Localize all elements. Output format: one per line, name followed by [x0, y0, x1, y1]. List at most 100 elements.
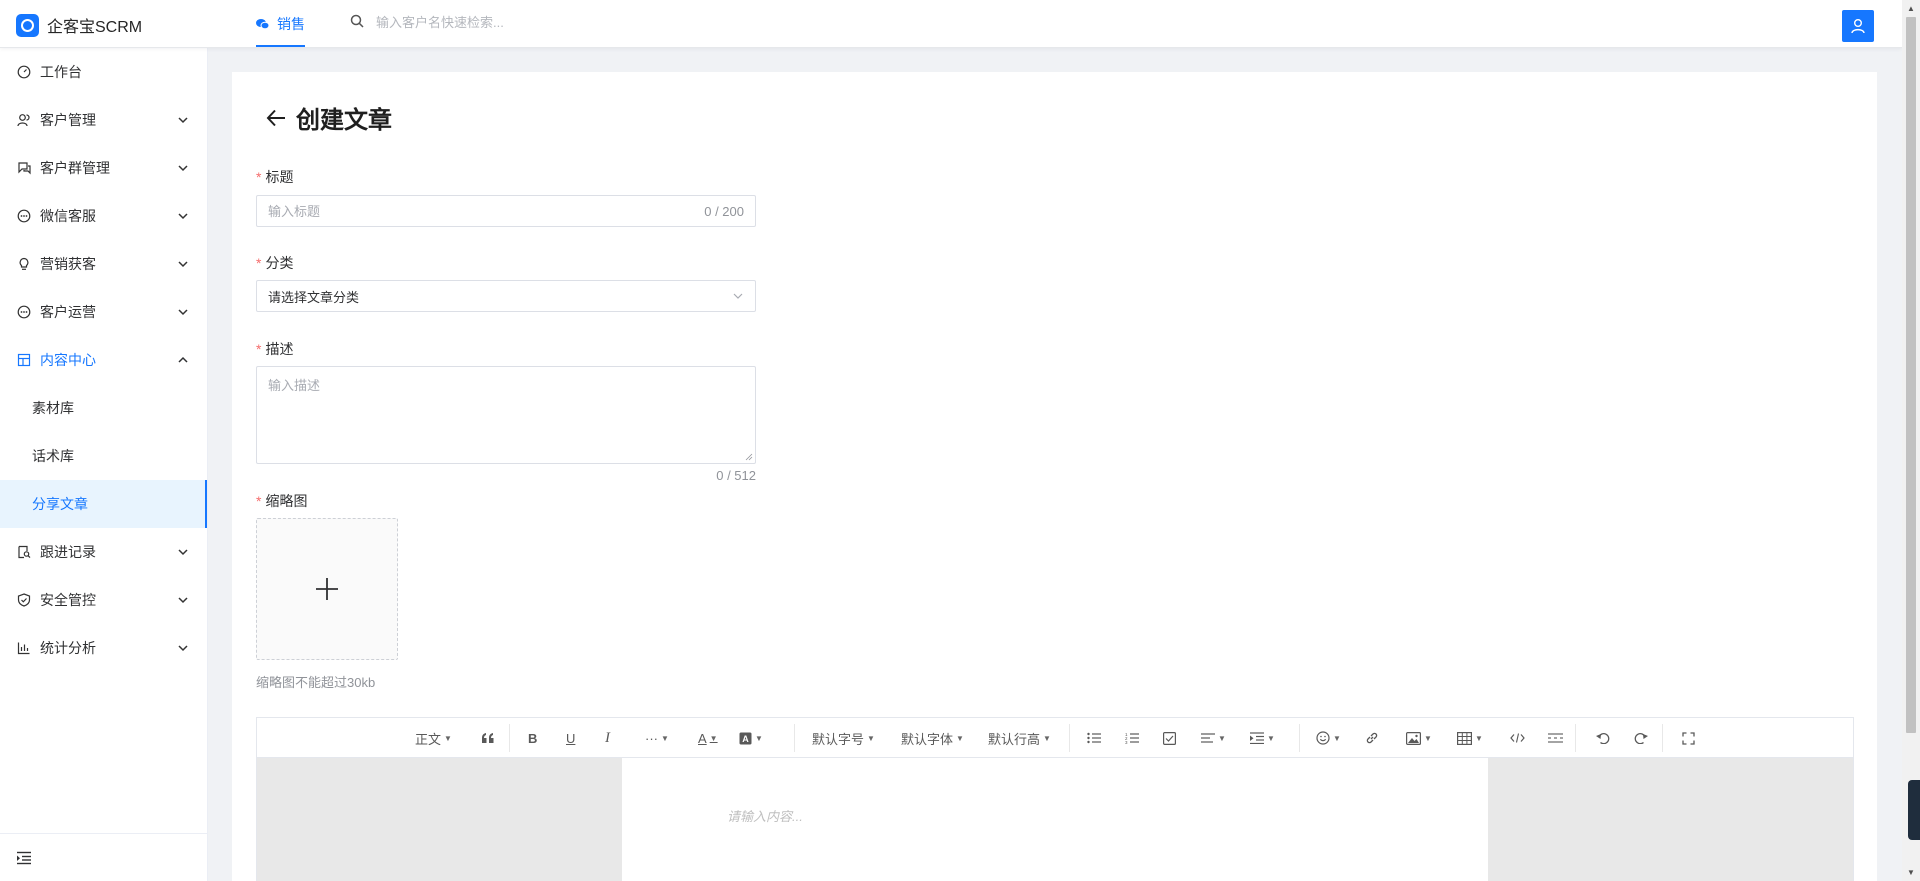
- tab-sales[interactable]: 销售: [256, 0, 305, 48]
- floating-side-widget[interactable]: [1908, 780, 1920, 840]
- more-format-dropdown[interactable]: ··· ▼: [645, 718, 669, 758]
- title-input[interactable]: [268, 203, 705, 219]
- fullscreen-button[interactable]: [1682, 718, 1695, 758]
- required-mark: *: [256, 341, 262, 357]
- undo-button[interactable]: [1596, 718, 1610, 758]
- rich-text-editor: 正文 ▼ B U I ··· ▼ A ▼ A ▼ 默认字号 ▼ 默认字体 ▼ 默认行高 ▼ 1…: [256, 717, 1854, 881]
- sidebar-item-statistics[interactable]: 统计分析: [0, 624, 207, 672]
- sidebar-item-wechat-service[interactable]: 微信客服: [0, 192, 207, 240]
- user-avatar-button[interactable]: [1842, 10, 1874, 42]
- menu-fold-icon: [17, 851, 31, 864]
- font-size-dropdown[interactable]: 默认字号 ▼: [812, 718, 875, 758]
- title-label-text: 标题: [265, 169, 294, 185]
- table-icon: [1457, 731, 1472, 745]
- editor-content-area[interactable]: 请输入内容...: [622, 758, 1488, 881]
- sidebar-item-customer-groups[interactable]: 客户群管理: [0, 144, 207, 192]
- numbered-list-button[interactable]: 123: [1125, 718, 1139, 758]
- italic-button[interactable]: I: [605, 718, 610, 758]
- font-family-label: 默认字体: [901, 731, 954, 747]
- image-icon: [1406, 731, 1421, 745]
- indent-icon: [1250, 732, 1264, 744]
- quote-icon: [482, 733, 494, 743]
- quote-button[interactable]: [481, 718, 495, 758]
- description-label: * 描述: [256, 339, 293, 359]
- paragraph-style-label: 正文: [415, 731, 442, 747]
- resize-handle-icon[interactable]: [745, 453, 753, 461]
- scrollbar-thumb[interactable]: [1906, 17, 1916, 733]
- dashboard-icon: [16, 64, 32, 80]
- page-scrollbar[interactable]: ▲ ▼: [1902, 0, 1920, 881]
- category-select-value: 请选择文章分类: [268, 289, 360, 305]
- sidebar-item-content-center[interactable]: 内容中心: [0, 336, 207, 384]
- bar-chart-icon: [16, 640, 32, 656]
- thumbnail-label-text: 缩略图: [265, 493, 308, 509]
- sidebar-item-security[interactable]: 安全管控: [0, 576, 207, 624]
- sidebar-item-workbench[interactable]: 工作台: [0, 48, 207, 96]
- paragraph-style-dropdown[interactable]: 正文 ▼: [415, 718, 452, 758]
- app-name: 企客宝SCRM: [47, 19, 143, 36]
- emoji-dropdown[interactable]: ▼: [1316, 718, 1341, 758]
- align-dropdown[interactable]: ▼: [1201, 718, 1226, 758]
- search-icon[interactable]: [350, 14, 364, 31]
- content-icon: [16, 352, 32, 368]
- underline-button[interactable]: U: [566, 718, 575, 758]
- category-select[interactable]: 请选择文章分类: [256, 280, 756, 312]
- thumbnail-upload[interactable]: [256, 518, 398, 660]
- sidebar-item-marketing[interactable]: 营销获客: [0, 240, 207, 288]
- sidebar-item-label: 安全管控: [40, 592, 96, 608]
- sidebar-item-follow-up[interactable]: 跟进记录: [0, 528, 207, 576]
- horizontal-rule-icon: [1548, 733, 1563, 743]
- chevron-down-icon: [177, 162, 189, 174]
- code-button[interactable]: [1510, 718, 1525, 758]
- redo-button[interactable]: [1634, 718, 1648, 758]
- background-color-dropdown[interactable]: A ▼: [739, 718, 763, 758]
- sidebar-subitem-materials[interactable]: 素材库: [0, 384, 207, 432]
- sidebar-item-customers[interactable]: 客户管理: [0, 96, 207, 144]
- image-dropdown[interactable]: ▼: [1406, 718, 1432, 758]
- plus-icon: [316, 578, 338, 600]
- bold-icon: B: [528, 730, 538, 746]
- search-input[interactable]: [376, 15, 676, 30]
- background-color-icon: A: [739, 732, 752, 744]
- caret-down-icon: ▼: [867, 733, 875, 743]
- back-arrow-icon[interactable]: [264, 106, 288, 130]
- line-height-dropdown[interactable]: 默认行高 ▼: [988, 718, 1051, 758]
- app-logo[interactable]: 企客宝SCRM: [16, 13, 142, 37]
- sidebar-collapse-button[interactable]: [0, 833, 207, 881]
- indent-dropdown[interactable]: ▼: [1250, 718, 1275, 758]
- caret-down-icon: ▼: [709, 733, 718, 743]
- sidebar-item-label: 客户群管理: [40, 160, 110, 176]
- link-button[interactable]: [1365, 718, 1379, 758]
- sidebar-subitem-scripts[interactable]: 话术库: [0, 432, 207, 480]
- toolbar-divider: [1299, 724, 1300, 752]
- editor-placeholder: 请输入内容...: [727, 809, 803, 824]
- divider-button[interactable]: [1548, 718, 1563, 758]
- font-color-dropdown[interactable]: A ▼: [698, 718, 718, 758]
- table-dropdown[interactable]: ▼: [1457, 718, 1483, 758]
- chevron-down-icon: [177, 306, 189, 318]
- toolbar-divider: [1662, 724, 1663, 752]
- scroll-down-arrow-icon[interactable]: ▼: [1902, 864, 1920, 881]
- undo-icon: [1596, 733, 1610, 744]
- document-search-icon: [16, 544, 32, 560]
- caret-down-icon: ▼: [1424, 733, 1432, 743]
- font-family-dropdown[interactable]: 默认字体 ▼: [901, 718, 964, 758]
- emoji-icon: [1316, 731, 1330, 745]
- fullscreen-icon: [1682, 731, 1695, 745]
- thumbnail-label: * 缩略图: [256, 491, 307, 511]
- user-icon: [1851, 19, 1865, 34]
- toolbar-divider: [1575, 724, 1576, 752]
- users-icon: [16, 112, 32, 128]
- scroll-up-arrow-icon[interactable]: ▲: [1902, 0, 1920, 17]
- required-mark: *: [256, 493, 262, 509]
- chevron-down-icon: [177, 258, 189, 270]
- sidebar-subitem-share-articles[interactable]: 分享文章: [0, 480, 207, 528]
- font-size-label: 默认字号: [812, 731, 865, 747]
- bulleted-list-button[interactable]: [1087, 718, 1101, 758]
- todo-button[interactable]: [1163, 718, 1176, 758]
- sidebar-item-operations[interactable]: 客户运营: [0, 288, 207, 336]
- bold-button[interactable]: B: [528, 718, 537, 758]
- redo-icon: [1634, 733, 1648, 744]
- chevron-down-icon: [177, 114, 189, 126]
- description-textarea[interactable]: [268, 375, 744, 455]
